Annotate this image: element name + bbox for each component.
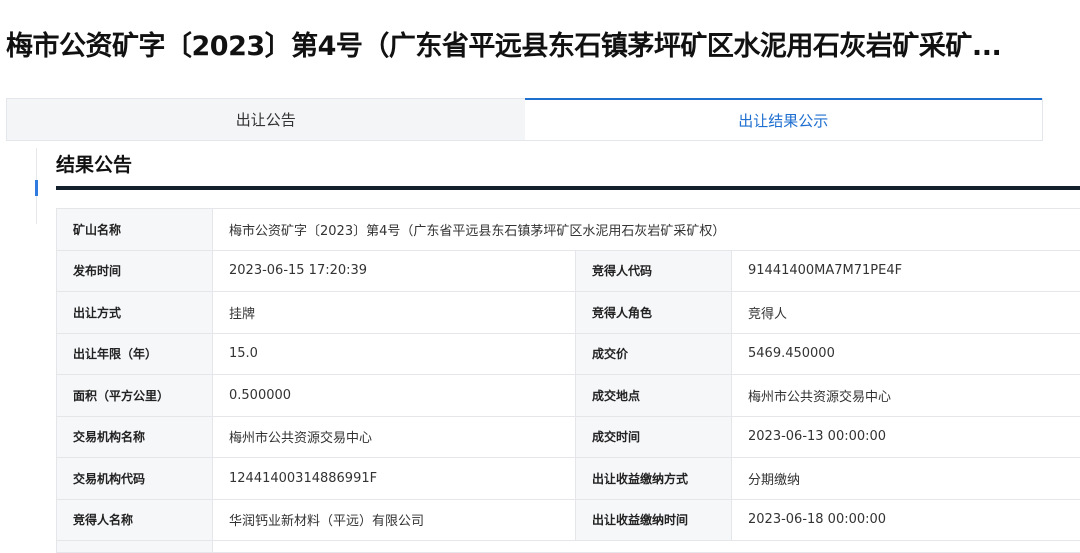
tab-bar: 出让公告 出让结果公示 — [6, 98, 1043, 141]
table-row: 竞得人名称 华润钙业新材料（平远）有限公司 出让收益缴纳时间 2023-06-1… — [57, 499, 1080, 541]
agency-name-value: 梅州市公共资源交易中心 — [213, 416, 576, 458]
side-scroll-marker — [35, 180, 38, 196]
table-row: 交易机构代码 12441400314886991F 出让收益缴纳方式 分期缴纳 — [57, 458, 1080, 500]
publish-time-value: 2023-06-15 17:20:39 — [213, 250, 576, 292]
transfer-method-value: 挂牌 — [213, 292, 576, 334]
table-row: 面积（平方公里） 0.500000 成交地点 梅州市公共资源交易中心 — [57, 375, 1080, 417]
transfer-term-label: 出让年限（年） — [57, 333, 213, 375]
table-row: 出让年限（年） 15.0 成交价 5469.450000 — [57, 333, 1080, 375]
transfer-term-value: 15.0 — [213, 333, 576, 375]
payment-method-label: 出让收益缴纳方式 — [576, 458, 732, 500]
bidder-role-label: 竞得人角色 — [576, 292, 732, 334]
bidder-code-value: 91441400MA7M71PE4F — [732, 250, 1080, 292]
payment-method-value: 分期缴纳 — [732, 458, 1080, 500]
tab-transfer-announcement[interactable]: 出让公告 — [7, 99, 525, 140]
mine-name-value: 梅市公资矿字〔2023〕第4号（广东省平远县东石镇茅坪矿区水泥用石灰岩矿采矿权） — [213, 209, 1080, 251]
bidder-name-label: 竞得人名称 — [57, 499, 213, 541]
tab-transfer-result[interactable]: 出让结果公示 — [525, 98, 1043, 140]
agency-name-label: 交易机构名称 — [57, 416, 213, 458]
section-title: 结果公告 — [56, 150, 132, 177]
mine-name-label: 矿山名称 — [57, 209, 213, 251]
section-divider — [56, 186, 1080, 190]
deal-time-value: 2023-06-13 00:00:00 — [732, 416, 1080, 458]
transfer-method-label: 出让方式 — [57, 292, 213, 334]
area-label: 面积（平方公里） — [57, 375, 213, 417]
deal-time-label: 成交时间 — [576, 416, 732, 458]
publish-time-label: 发布时间 — [57, 250, 213, 292]
payment-time-value: 2023-06-18 00:00:00 — [732, 499, 1080, 541]
payment-time-label: 出让收益缴纳时间 — [576, 499, 732, 541]
table-row: 交易机构名称 梅州市公共资源交易中心 成交时间 2023-06-13 00:00… — [57, 416, 1080, 458]
deal-location-label: 成交地点 — [576, 375, 732, 417]
page-title: 梅市公资矿字〔2023〕第4号（广东省平远县东石镇茅坪矿区水泥用石灰岩矿采矿..… — [6, 24, 1080, 68]
bidder-name-value: 华润钙业新材料（平远）有限公司 — [213, 499, 576, 541]
table-row: 发布时间 2023-06-15 17:20:39 竞得人代码 91441400M… — [57, 250, 1080, 292]
table-row: 出让方式 挂牌 竞得人角色 竞得人 — [57, 292, 1080, 334]
area-value: 0.500000 — [213, 375, 576, 417]
deal-price-value: 5469.450000 — [732, 333, 1080, 375]
deal-location-value: 梅州市公共资源交易中心 — [732, 375, 1080, 417]
result-table: 矿山名称 梅市公资矿字〔2023〕第4号（广东省平远县东石镇茅坪矿区水泥用石灰岩… — [56, 208, 1080, 553]
bidder-role-value: 竞得人 — [732, 292, 1080, 334]
table-row: 矿山名称 梅市公资矿字〔2023〕第4号（广东省平远县东石镇茅坪矿区水泥用石灰岩… — [57, 209, 1080, 251]
agency-code-label: 交易机构代码 — [57, 458, 213, 500]
agency-code-value: 12441400314886991F — [213, 458, 576, 500]
deal-price-label: 成交价 — [576, 333, 732, 375]
bidder-code-label: 竞得人代码 — [576, 250, 732, 292]
